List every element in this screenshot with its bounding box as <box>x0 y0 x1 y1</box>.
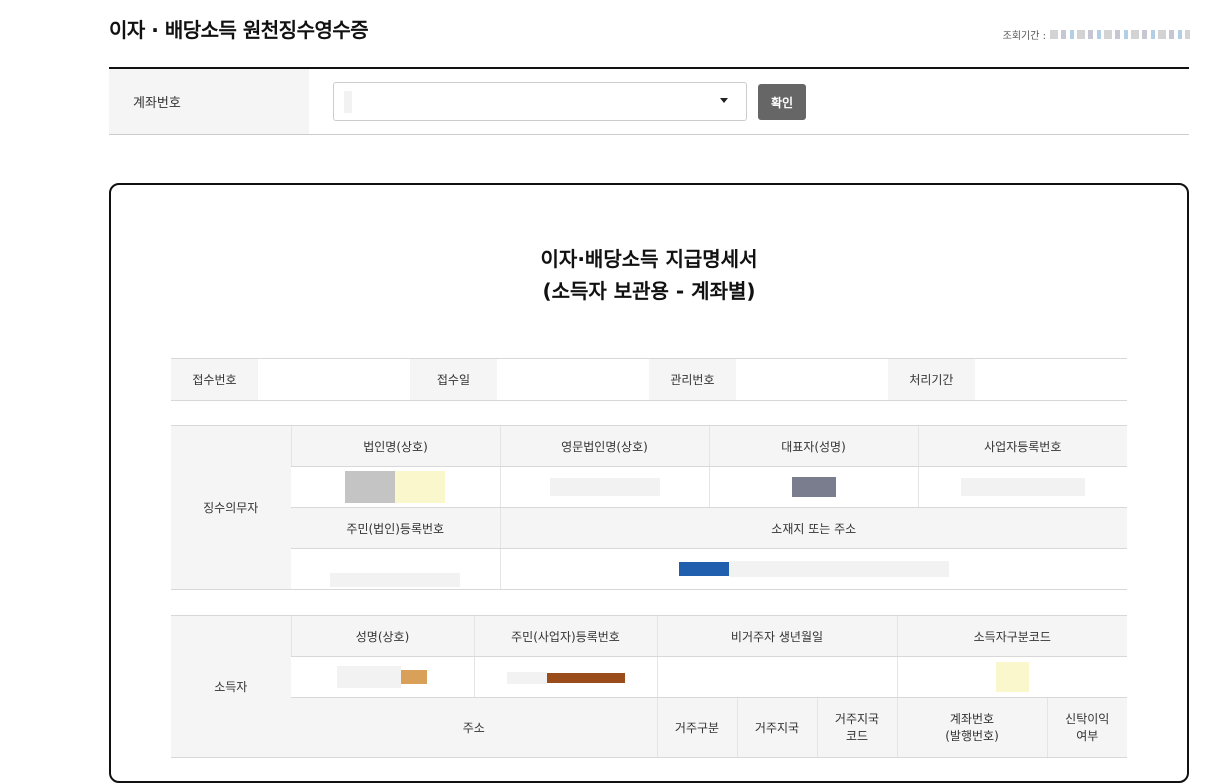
corp-name-redacted-a <box>345 471 396 503</box>
eng-corp-name-header: 영문법인명(상호) <box>499 425 709 467</box>
address-header: 소재지 또는 주소 <box>499 507 1127 549</box>
resident-no-redacted <box>330 573 461 587</box>
eng-corp-name-value <box>499 466 709 508</box>
biz-reg-no-value <box>917 466 1127 508</box>
representative-value <box>708 466 918 508</box>
resident-no-value <box>291 548 500 590</box>
earner-section-label: 소득자 <box>171 615 291 758</box>
account-label: 계좌번호 <box>109 69 309 134</box>
residence-type-header: 거주구분 <box>656 697 737 758</box>
withholder-table: 징수의무자 법인명(상호) 영문법인명(상호) 대표자(성명) 사업자등록번호 … <box>171 425 1127 590</box>
management-no-label: 관리번호 <box>648 358 736 401</box>
earner-name-redacted-a <box>337 666 402 688</box>
management-no-value <box>735 358 888 401</box>
inquiry-period: 조회기간 : <box>1003 27 1190 42</box>
earner-table: 소득자 성명(상호) 주민(사업자)등록번호 비거주자 생년월일 소득자구분코드… <box>171 615 1127 758</box>
representative-redacted <box>791 477 836 497</box>
confirm-button[interactable]: 확인 <box>758 84 806 120</box>
chevron-down-icon <box>720 98 728 103</box>
residence-country-header: 거주지국 <box>736 697 817 758</box>
nonresident-birth-header: 비거주자 생년월일 <box>656 615 897 657</box>
receipt-date-value <box>496 358 649 401</box>
residence-country-code-header: 거주지국 코드 <box>816 697 897 758</box>
corp-name-header: 법인명(상호) <box>290 425 500 467</box>
earner-resident-no-redacted-a <box>506 671 547 684</box>
receipt-date-label: 접수일 <box>409 358 497 401</box>
biz-reg-no-header: 사업자등록번호 <box>917 425 1127 467</box>
receipt-no-value <box>257 358 410 401</box>
earner-resident-no-value <box>473 656 657 698</box>
statement-subtitle: (소득자 보관용 - 계좌별) <box>542 279 756 303</box>
biz-reg-no-redacted <box>960 478 1085 496</box>
resident-no-header: 주민(법인)등록번호 <box>291 507 500 549</box>
earner-code-value <box>896 656 1127 698</box>
earner-code-header: 소득자구분코드 <box>896 615 1127 657</box>
account-no-header: 계좌번호 (발행번호) <box>896 697 1047 758</box>
processing-period-value <box>974 358 1127 401</box>
eng-corp-name-redacted <box>549 478 660 496</box>
representative-header: 대표자(성명) <box>708 425 918 467</box>
earner-name-redacted-b <box>401 670 428 684</box>
address-value <box>499 548 1127 590</box>
earner-resident-no-header: 주민(사업자)등록번호 <box>473 615 657 657</box>
address-redacted-b <box>728 561 949 577</box>
earner-name-value <box>291 656 474 698</box>
inquiry-period-label: 조회기간 : <box>1002 31 1046 42</box>
account-select[interactable] <box>333 82 747 121</box>
receipt-no-label: 접수번호 <box>171 358 258 401</box>
address-redacted-a <box>678 562 729 576</box>
withholder-section-label: 징수의무자 <box>171 425 291 590</box>
earner-address-header: 주소 <box>291 697 657 758</box>
account-value-redacted <box>344 91 352 113</box>
receipt-table: 접수번호 접수일 관리번호 처리기간 <box>171 358 1127 401</box>
account-row: 계좌번호 확인 <box>109 69 1189 135</box>
inquiry-period-value-redacted <box>1050 30 1190 39</box>
earner-name-header: 성명(상호) <box>290 615 474 657</box>
corp-name-redacted-b <box>395 471 446 503</box>
statement-document: 이자·배당소득 지급명세서 (소득자 보관용 - 계좌별) 접수번호 접수일 관… <box>109 183 1189 783</box>
page-title: 이자 · 배당소득 원천징수영수증 <box>109 18 369 42</box>
processing-period-label: 처리기간 <box>887 358 975 401</box>
earner-code-redacted <box>995 662 1029 692</box>
nonresident-birth-value <box>656 656 897 698</box>
corp-name-value <box>291 466 500 508</box>
trust-income-header: 신탁이익 여부 <box>1046 697 1127 758</box>
earner-resident-no-redacted-b <box>546 672 625 683</box>
statement-title: 이자·배당소득 지급명세서 <box>540 247 758 271</box>
